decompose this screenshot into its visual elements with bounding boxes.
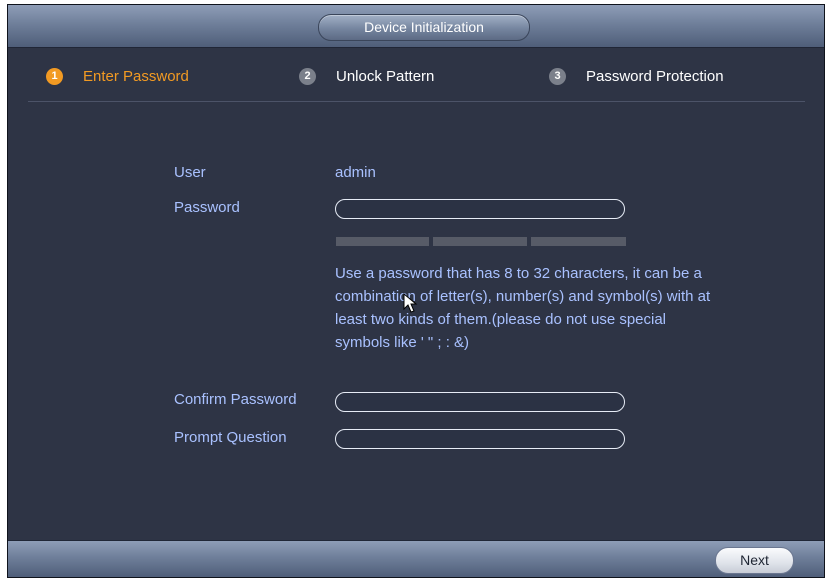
step-unlock-pattern: 2 Unlock Pattern xyxy=(299,61,434,91)
password-strength-bar-medium xyxy=(433,237,527,246)
password-strength-bar-strong xyxy=(531,237,626,246)
password-label: Password xyxy=(174,199,240,216)
window-title: Device Initialization xyxy=(318,14,530,41)
prompt-question-label: Prompt Question xyxy=(174,429,287,446)
step-enter-password: 1 Enter Password xyxy=(46,61,189,91)
password-field[interactable] xyxy=(335,199,625,219)
password-hint-text: Use a password that has 8 to 32 characte… xyxy=(335,265,711,351)
device-initialization-window: Device Initialization 1 Enter Password 2… xyxy=(7,4,825,578)
confirm-password-field[interactable] xyxy=(335,392,625,412)
password-strength-bar-weak xyxy=(336,237,429,246)
step-number-badge: 2 xyxy=(299,67,316,85)
user-label: User xyxy=(174,164,206,181)
steps-divider xyxy=(28,101,805,102)
step-number-badge: 3 xyxy=(549,67,566,85)
step-number-badge: 1 xyxy=(46,67,63,85)
title-bar: Device Initialization xyxy=(8,5,824,48)
user-value: admin xyxy=(335,164,376,181)
step-label: Password Protection xyxy=(586,67,724,85)
next-button[interactable]: Next xyxy=(715,547,794,574)
wizard-steps: 1 Enter Password 2 Unlock Pattern 3 Pass… xyxy=(8,61,824,91)
step-password-protection: 3 Password Protection xyxy=(549,61,724,91)
prompt-question-field[interactable] xyxy=(335,429,625,449)
bottom-bar: Next xyxy=(8,540,824,577)
step-label: Enter Password xyxy=(83,67,189,85)
confirm-password-label: Confirm Password xyxy=(174,391,297,408)
step-label: Unlock Pattern xyxy=(336,67,435,85)
mouse-pointer-icon xyxy=(403,293,418,313)
